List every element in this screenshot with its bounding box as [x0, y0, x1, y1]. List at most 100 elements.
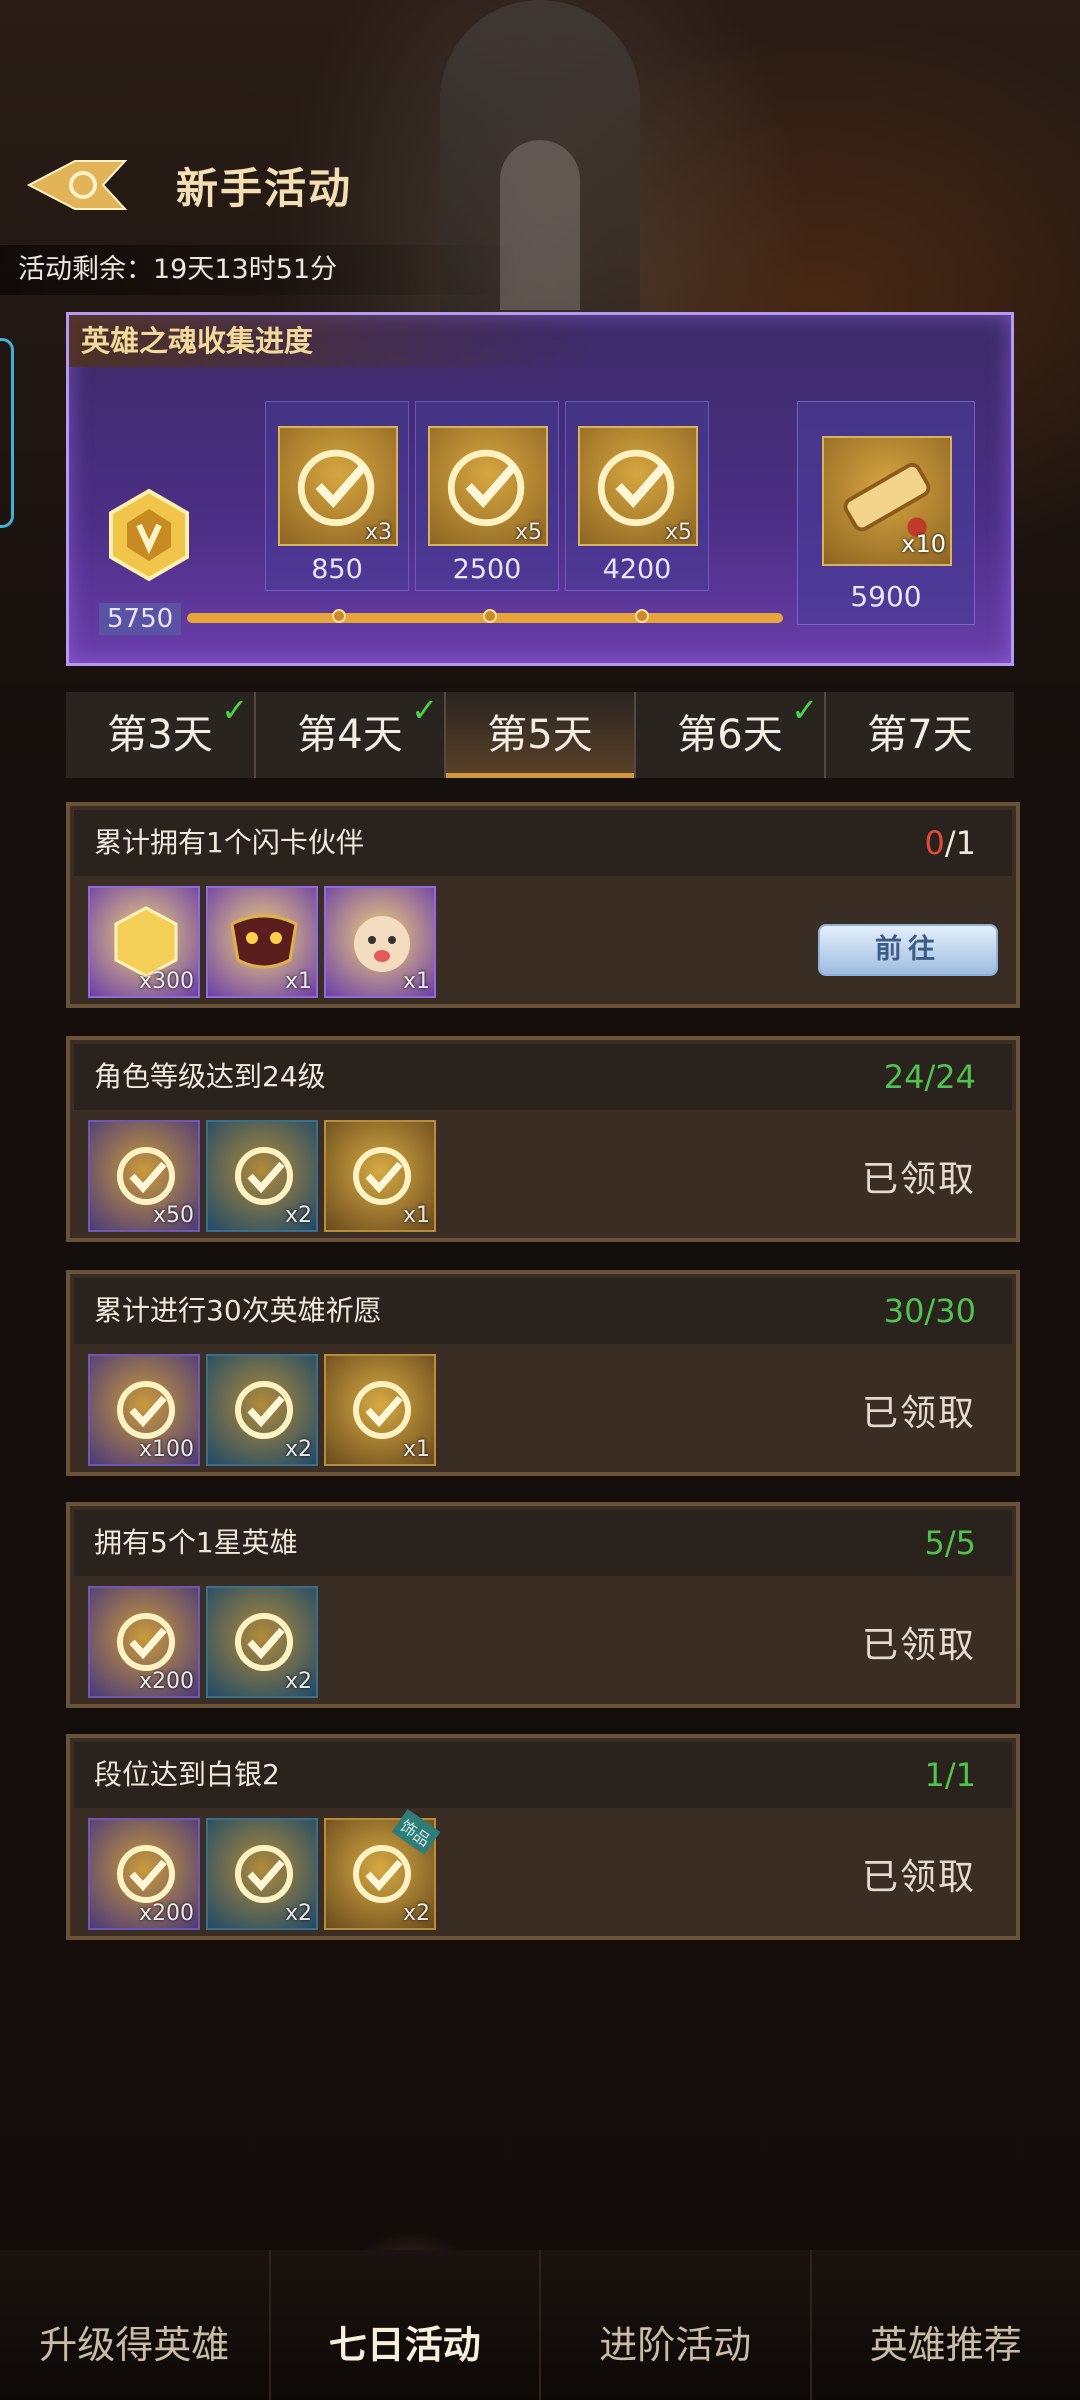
reward-qty: x1: [402, 969, 430, 994]
milestone-value: 4200: [602, 554, 672, 585]
task-progress: 30/30: [884, 1278, 976, 1344]
completed-check-icon: ✓: [411, 691, 438, 729]
progress-total: 5: [955, 1524, 976, 1562]
nav-hero-recommend[interactable]: 英雄推荐: [812, 2250, 1080, 2400]
go-button[interactable]: 前往: [818, 924, 998, 976]
progress-current: 0: [924, 824, 945, 862]
reward-qty: x2: [284, 1203, 312, 1228]
remaining-time: 活动剩余：19天13时51分: [0, 245, 520, 295]
milestone-value: 2500: [452, 554, 522, 585]
progress-slash: /: [944, 1524, 956, 1562]
reward-qty: x1: [402, 1203, 430, 1228]
tab-day-6[interactable]: 第6天 ✓: [636, 692, 826, 778]
reward-qty: x2: [402, 1901, 430, 1926]
progress-total: 1: [955, 824, 976, 862]
tab-day-7[interactable]: 第7天: [826, 692, 1014, 778]
day-tabs: 第3天 ✓ 第4天 ✓ 第5天 第6天 ✓ 第7天: [66, 692, 1014, 778]
reward-item[interactable]: x1: [324, 1120, 436, 1232]
task-title: 角色等级达到24级: [74, 1044, 1012, 1110]
tab-label: 第4天: [297, 712, 403, 758]
reward-qty: x10: [901, 530, 946, 558]
progress-current: 24: [883, 1058, 925, 1096]
tab-day-3[interactable]: 第3天 ✓: [66, 692, 256, 778]
reward-qty: x2: [284, 1669, 312, 1694]
soul-panel-title: 英雄之魂收集进度: [69, 315, 589, 367]
progress-total: 24: [935, 1058, 976, 1096]
task-progress: 0/1: [925, 810, 977, 876]
progress-slash: /: [944, 1756, 956, 1794]
task-title: 累计进行30次英雄祈愿: [74, 1278, 1012, 1344]
soul-progress-panel: 英雄之魂收集进度 5750 x3 850 x5 2500 x5 4200 x10…: [66, 312, 1014, 666]
reward-item[interactable]: x100: [88, 1354, 200, 1466]
task-title: 拥有5个1星英雄: [74, 1510, 1012, 1576]
milestone-reward[interactable]: x3 850: [265, 401, 409, 591]
tab-label: 第7天: [867, 712, 973, 758]
reward-qty: x100: [138, 1437, 194, 1462]
reward-item[interactable]: x1: [324, 886, 436, 998]
reward-item[interactable]: x200: [88, 1586, 200, 1698]
progress-current: 1: [924, 1756, 945, 1794]
reward-qty: x200: [138, 1901, 194, 1926]
nav-level-up-heroes[interactable]: 升级得英雄: [0, 2250, 271, 2400]
reward-item[interactable]: x200: [88, 1818, 200, 1930]
page-title: 新手活动: [176, 163, 353, 213]
task-progress: 5/5: [925, 1510, 977, 1576]
back-button[interactable]: [22, 150, 132, 220]
reward-item[interactable]: x2: [206, 1354, 318, 1466]
progress-total: 1: [955, 1756, 976, 1794]
milestone-reward[interactable]: x5 4200: [565, 401, 709, 591]
nav-advanced-event[interactable]: 进阶活动: [541, 2250, 812, 2400]
final-reward-value: 5900: [850, 580, 922, 613]
reward-item[interactable]: x300: [88, 886, 200, 998]
reward-item[interactable]: x1: [324, 1354, 436, 1466]
claimed-status: 已领取: [861, 1159, 976, 1200]
reward-item[interactable]: x2: [206, 1586, 318, 1698]
milestone-marker: [483, 609, 497, 623]
reward-qty: x3: [364, 520, 392, 545]
reward-item[interactable]: x50: [88, 1120, 200, 1232]
progress-current: 30: [883, 1292, 925, 1330]
tab-day-5[interactable]: 第5天: [446, 692, 636, 778]
task-title: 累计拥有1个闪卡伙伴: [74, 810, 1012, 876]
nav-seven-day-event[interactable]: 七日活动: [271, 2250, 541, 2400]
task-card: 累计进行30次英雄祈愿 30/30 x100 x2 x1 已领取: [66, 1270, 1020, 1476]
progress-current: 5: [924, 1524, 945, 1562]
side-drawer-handle[interactable]: [0, 338, 14, 528]
milestone-marker: [635, 609, 649, 623]
header: 新手活动: [22, 150, 352, 220]
task-title: 段位达到白银2: [74, 1742, 1012, 1808]
reward-qty: x300: [138, 969, 194, 994]
task-card: 累计拥有1个闪卡伙伴 0/1 x300 x1 x1 前往: [66, 802, 1020, 1008]
soul-current-value: 5750: [99, 603, 182, 635]
tab-label: 第6天: [677, 712, 783, 758]
progress-slash: /: [944, 824, 956, 862]
reward-qty: x1: [284, 969, 312, 994]
claimed-status: 已领取: [861, 1393, 976, 1434]
task-progress: 1/1: [925, 1742, 977, 1808]
completed-check-icon: ✓: [221, 691, 248, 729]
milestone-marker: [332, 609, 346, 623]
soul-progress-bar: [187, 609, 783, 623]
final-reward[interactable]: x10 5900: [797, 401, 975, 625]
tab-label: 第5天: [487, 712, 593, 758]
reward-item[interactable]: x2: [206, 1818, 318, 1930]
reward-qty: x2: [284, 1901, 312, 1926]
reward-qty: x1: [402, 1437, 430, 1462]
reward-item[interactable]: x2: [206, 1120, 318, 1232]
reward-qty: x5: [664, 520, 692, 545]
progress-total: 30: [935, 1292, 976, 1330]
screen: { "header": {"title": "新手活动", "remaining…: [0, 0, 1080, 2400]
completed-check-icon: ✓: [791, 691, 818, 729]
reward-qty: x5: [514, 520, 542, 545]
reward-qty: x2: [284, 1437, 312, 1462]
reward-item[interactable]: 饰品 x2: [324, 1809, 441, 1930]
claimed-status: 已领取: [861, 1857, 976, 1898]
hero-soul-icon: [109, 488, 189, 582]
reward-qty: x50: [152, 1203, 194, 1228]
reward-qty: x200: [138, 1669, 194, 1694]
task-card: 拥有5个1星英雄 5/5 x200 x2 已领取: [66, 1502, 1020, 1708]
milestone-reward[interactable]: x5 2500: [415, 401, 559, 591]
tab-day-4[interactable]: 第4天 ✓: [256, 692, 446, 778]
progress-slash: /: [924, 1292, 936, 1330]
reward-item[interactable]: x1: [206, 886, 318, 998]
